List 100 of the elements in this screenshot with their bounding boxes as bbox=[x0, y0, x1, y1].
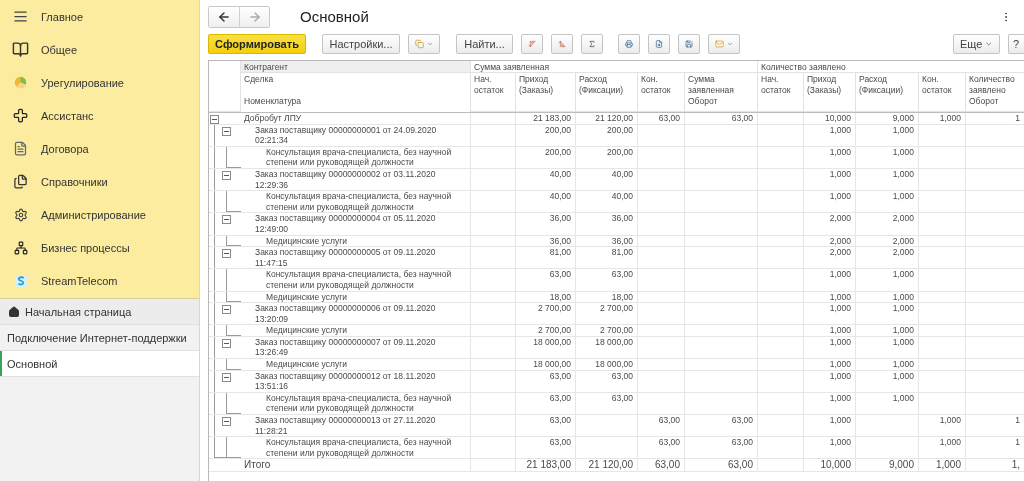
table-value: 200,00 bbox=[545, 146, 571, 157]
row-label: Заказ поставщику 00000000012 от 18.11.2020 13:51:16 bbox=[255, 370, 436, 392]
table-value: 2,000 bbox=[829, 235, 851, 246]
caret-icon bbox=[985, 40, 993, 48]
row-label: Консультация врача-специалиста, без научной степени или руководящей должности bbox=[266, 437, 452, 458]
page-title: Основной bbox=[300, 8, 370, 25]
minus-icon bbox=[224, 374, 229, 380]
table-value: 1,000 bbox=[829, 415, 851, 426]
minus-icon bbox=[224, 251, 229, 257]
table-value: 1,000 bbox=[892, 303, 914, 314]
section-menu-item[interactable]: StreamTelecom bbox=[0, 264, 199, 297]
collapse-toggle[interactable] bbox=[222, 372, 231, 382]
section-menu-item[interactable]: Бизнес процессы bbox=[0, 231, 199, 264]
table-value: 36,00 bbox=[549, 235, 571, 246]
column-header: Номенклатура bbox=[244, 96, 303, 107]
table-value: 1,000 bbox=[829, 303, 851, 314]
table-value: 2 700,00 bbox=[599, 303, 633, 314]
table-value: 81,00 bbox=[611, 247, 633, 258]
table-value: 63,00 bbox=[611, 370, 633, 381]
hierarchy-icon bbox=[13, 240, 28, 255]
open-page-tab[interactable]: Основной bbox=[0, 351, 199, 377]
preview-button[interactable] bbox=[648, 34, 670, 54]
row-label: Медицинские услуги bbox=[266, 359, 347, 370]
table-value: 40,00 bbox=[549, 168, 571, 179]
table-value: 1 bbox=[1015, 415, 1020, 426]
collapse-toggle[interactable] bbox=[210, 115, 219, 124]
sum-button[interactable] bbox=[581, 34, 603, 54]
column-group-header: Сумма заявленная bbox=[471, 61, 758, 73]
section-menu-item[interactable]: Ассистанс bbox=[0, 99, 199, 132]
table-value: 63,00 bbox=[731, 113, 753, 123]
table-value: 18 000,00 bbox=[595, 359, 633, 370]
table-value: 2 700,00 bbox=[537, 325, 571, 336]
table-value: 2,000 bbox=[892, 247, 914, 258]
save-button[interactable] bbox=[678, 34, 700, 54]
column-header: Кон. остаток bbox=[919, 73, 966, 112]
collapse-toggle[interactable] bbox=[222, 126, 231, 136]
table-value: 1,000 bbox=[939, 113, 961, 123]
table-value: 1,000 bbox=[829, 146, 851, 157]
row-label: Консультация врача-специалиста, без научной степени или руководящей должности bbox=[266, 392, 452, 414]
table-value: 2 700,00 bbox=[537, 303, 571, 314]
column-header: Сделка bbox=[244, 74, 275, 85]
table-value: 40,00 bbox=[611, 168, 633, 179]
collapse-toggle[interactable] bbox=[222, 249, 231, 259]
table-value: 1,000 bbox=[892, 191, 914, 202]
minus-icon bbox=[224, 307, 229, 313]
row-label: Заказ поставщику 00000000006 от 09.11.2020 13:20:09 bbox=[255, 303, 436, 324]
settings-button[interactable]: Настройки... bbox=[322, 34, 400, 54]
open-page-tab[interactable]: Начальная страница bbox=[0, 299, 199, 325]
column-header: Приход (Заказы) bbox=[804, 73, 856, 112]
table-value: 2,000 bbox=[892, 213, 914, 224]
section-menu-item[interactable]: Главное bbox=[0, 0, 199, 33]
collapse-toggle[interactable] bbox=[222, 417, 231, 427]
total-value: 9,000 bbox=[888, 459, 914, 471]
table-value: 1,000 bbox=[892, 168, 914, 179]
table-value: 63,00 bbox=[731, 415, 753, 426]
minus-icon bbox=[224, 128, 229, 134]
table-value: 1,000 bbox=[829, 191, 851, 202]
row-label: Добробут ЛПУ bbox=[244, 113, 302, 123]
column-header: Контрагент bbox=[241, 61, 471, 73]
table-value: 63,00 bbox=[549, 437, 571, 448]
table-value: 1 bbox=[1015, 113, 1020, 123]
collapse-toggle[interactable] bbox=[222, 215, 231, 225]
section-menu-item[interactable]: Справочники bbox=[0, 165, 199, 198]
table-value: 18 000,00 bbox=[533, 359, 571, 370]
list-icon bbox=[13, 9, 28, 24]
find-button[interactable]: Найти... bbox=[456, 34, 513, 54]
row-label: Консультация врача-специалиста, без научной степени или руководящей должности bbox=[266, 191, 452, 212]
tree-line bbox=[226, 191, 241, 213]
help-button[interactable]: ? bbox=[1008, 34, 1024, 54]
mail-icon bbox=[715, 38, 724, 50]
row-label: Консультация врача-специалиста, без научной степени или руководящей должности bbox=[266, 146, 452, 168]
collapse-toggle[interactable] bbox=[222, 305, 231, 315]
table-value: 40,00 bbox=[549, 191, 571, 202]
back-button[interactable] bbox=[209, 6, 239, 27]
total-value: 1,000 bbox=[935, 459, 961, 471]
section-menu-item[interactable]: Договора bbox=[0, 132, 199, 165]
collapse-toggle[interactable] bbox=[222, 338, 231, 348]
sort-descending-icon bbox=[528, 38, 536, 50]
collapse-toggle[interactable] bbox=[222, 170, 231, 180]
row-label: Медицинские услуги bbox=[266, 325, 347, 336]
column-header: Сумма заявленная Оборот bbox=[685, 73, 758, 112]
table-value: 18 000,00 bbox=[595, 336, 633, 347]
row-label: Заказ поставщику 00000000005 от 09.11.2020 11:47:15 bbox=[255, 247, 436, 268]
table-value: 200,00 bbox=[607, 124, 633, 135]
section-menu-item[interactable]: Урегулирование bbox=[0, 66, 199, 99]
print-button[interactable] bbox=[618, 34, 640, 54]
table-value: 40,00 bbox=[611, 191, 633, 202]
gear-icon bbox=[13, 207, 28, 222]
caret-icon bbox=[727, 40, 733, 48]
row-label: Консультация врача-специалиста, без научной степени или руководящей должности bbox=[266, 269, 452, 290]
section-menu-item[interactable]: Общее bbox=[0, 33, 199, 66]
table-value: 1,000 bbox=[829, 336, 851, 347]
total-value: 21 183,00 bbox=[526, 459, 571, 471]
more-button[interactable]: Еще bbox=[953, 34, 1000, 54]
generate-button[interactable]: Сформировать bbox=[208, 34, 306, 54]
tree-line bbox=[226, 392, 241, 415]
section-menu-item[interactable]: Администрирование bbox=[0, 198, 199, 231]
row-label: Заказ поставщику 00000000013 от 27.11.2020 11:28:21 bbox=[255, 415, 436, 436]
row-label: Заказ поставщику 00000000002 от 03.11.2020 12:29:36 bbox=[255, 168, 436, 190]
table-value: 36,00 bbox=[549, 213, 571, 224]
